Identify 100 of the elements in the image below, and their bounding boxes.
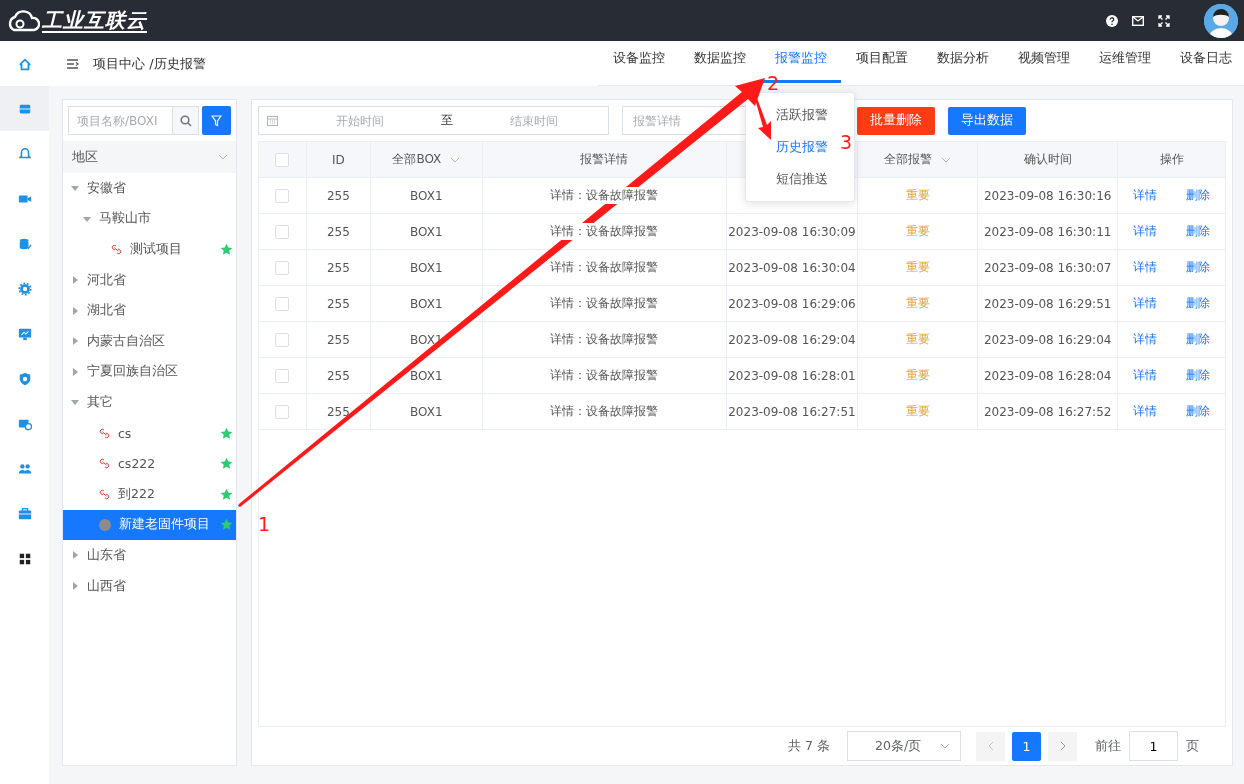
table-cell: BOX1 bbox=[410, 188, 443, 203]
star-icon[interactable] bbox=[220, 243, 233, 256]
delete-link[interactable]: 删除 bbox=[1186, 259, 1211, 276]
nav-tab[interactable]: 运维管理 bbox=[1084, 41, 1165, 83]
column-header[interactable]: 全部报警 bbox=[884, 151, 933, 168]
avatar[interactable] bbox=[1204, 3, 1238, 38]
checkbox[interactable] bbox=[275, 332, 290, 347]
details-link[interactable]: 详情 bbox=[1132, 367, 1157, 384]
checkbox[interactable] bbox=[275, 152, 290, 167]
table-cell: 255 bbox=[326, 224, 350, 239]
level-label: 重要 bbox=[905, 295, 930, 312]
caret-right-icon[interactable] bbox=[71, 367, 79, 376]
database-icon bbox=[17, 236, 32, 251]
table-cell: 详情：设备故障报警 bbox=[548, 403, 661, 420]
checkbox[interactable] bbox=[275, 224, 290, 239]
star-icon[interactable] bbox=[220, 487, 233, 501]
users-icon bbox=[17, 461, 32, 476]
tree-item[interactable]: 安徽省 bbox=[63, 173, 236, 204]
tree-item[interactable]: cs bbox=[63, 417, 236, 449]
column-header: 报警详情 bbox=[580, 151, 629, 168]
date-range-field[interactable]: 开始时间 至 结束时间 bbox=[258, 106, 609, 135]
search-field[interactable]: 项目名称/BOXI bbox=[68, 106, 199, 135]
delete-link[interactable]: 删除 bbox=[1186, 223, 1211, 240]
checkbox[interactable] bbox=[275, 188, 290, 203]
gear-icon bbox=[17, 281, 32, 296]
tree-item[interactable]: 湖北省 bbox=[63, 295, 236, 326]
table-cell: 详情：设备故障报警 bbox=[548, 331, 661, 348]
fullscreen-icon[interactable] bbox=[1158, 14, 1170, 27]
level-label: 重要 bbox=[905, 223, 930, 240]
caret-right-icon[interactable] bbox=[71, 337, 79, 346]
cloud-logo-icon bbox=[6, 7, 40, 34]
tree-item[interactable]: 测试项目 bbox=[63, 234, 236, 265]
delete-link[interactable]: 删除 bbox=[1186, 367, 1211, 384]
star-icon[interactable] bbox=[220, 518, 233, 532]
tree-item[interactable]: 内蒙古自治区 bbox=[63, 325, 236, 357]
tree-item[interactable]: 到222 bbox=[63, 478, 236, 510]
start-date-input[interactable]: 开始时间 bbox=[288, 112, 432, 129]
details-link[interactable]: 详情 bbox=[1132, 295, 1157, 312]
tree-item[interactable]: 新建老固件项目 bbox=[63, 509, 236, 541]
tree-item[interactable]: 山西省 bbox=[63, 570, 236, 602]
nav-tab[interactable]: 视频管理 bbox=[1003, 41, 1084, 83]
tree-item[interactable]: 山东省 bbox=[63, 540, 236, 571]
details-link[interactable]: 详情 bbox=[1132, 403, 1157, 420]
page-size-select[interactable]: 20条/页 bbox=[847, 731, 961, 761]
home-icon bbox=[17, 56, 32, 71]
help-icon[interactable] bbox=[1106, 14, 1118, 27]
nav-tab[interactable]: 项目配置 bbox=[841, 41, 922, 83]
tree-item[interactable]: 马鞍山市 bbox=[63, 203, 236, 235]
details-link[interactable]: 详情 bbox=[1132, 259, 1157, 276]
caret-down-icon[interactable] bbox=[71, 184, 79, 193]
page-input[interactable]: 1 bbox=[1129, 731, 1178, 761]
table-cell: 详情：设备故障报警 bbox=[548, 187, 661, 204]
nav-tab[interactable]: 设备日志 bbox=[1165, 41, 1244, 83]
table-cell: BOX1 bbox=[410, 296, 443, 311]
table-cell: 详情：设备故障报警 bbox=[548, 295, 661, 312]
checkbox[interactable] bbox=[275, 404, 290, 419]
tree-item[interactable]: 河北省 bbox=[63, 264, 236, 296]
caret-right-icon[interactable] bbox=[71, 582, 79, 590]
page-button[interactable]: 1 bbox=[1012, 731, 1041, 761]
level-label: 重要 bbox=[905, 331, 930, 348]
app-logo-text: 工业互联云 bbox=[42, 8, 147, 33]
tree-item[interactable]: cs222 bbox=[63, 448, 236, 479]
delete-link[interactable]: 删除 bbox=[1186, 187, 1211, 204]
search-button[interactable] bbox=[172, 107, 198, 134]
batch-delete-button[interactable]: 批量删除 bbox=[857, 106, 935, 135]
nav-tab[interactable]: 设备监控 bbox=[598, 41, 679, 83]
delete-link[interactable]: 删除 bbox=[1186, 403, 1211, 420]
delete-link[interactable]: 删除 bbox=[1186, 331, 1211, 348]
region-select[interactable]: 地区 bbox=[63, 141, 236, 173]
menu-item[interactable]: 短信推送 bbox=[746, 163, 836, 195]
details-link[interactable]: 详情 bbox=[1132, 223, 1157, 240]
star-icon[interactable] bbox=[220, 457, 233, 471]
checkbox[interactable] bbox=[275, 260, 290, 275]
tree-item[interactable]: 其它 bbox=[63, 387, 236, 418]
tree-item[interactable]: 宁夏回族自治区 bbox=[63, 356, 236, 388]
table-cell: BOX1 bbox=[410, 224, 443, 239]
star-icon[interactable] bbox=[220, 426, 233, 440]
checkbox[interactable] bbox=[275, 368, 290, 383]
annotation-number: 1 bbox=[258, 513, 271, 535]
filter-button[interactable] bbox=[202, 106, 231, 135]
end-date-input[interactable]: 结束时间 bbox=[462, 112, 606, 129]
checkbox[interactable] bbox=[275, 296, 290, 311]
delete-link[interactable]: 删除 bbox=[1186, 295, 1211, 312]
caret-down-icon[interactable] bbox=[83, 214, 91, 223]
export-button[interactable]: 导出数据 bbox=[948, 106, 1026, 135]
table-cell: 详情：设备故障报警 bbox=[548, 223, 661, 240]
mail-icon[interactable] bbox=[1132, 15, 1144, 26]
caret-down-icon[interactable] bbox=[71, 398, 79, 407]
chevron-right-icon bbox=[1059, 741, 1066, 751]
caret-right-icon[interactable] bbox=[71, 306, 79, 315]
details-link[interactable]: 详情 bbox=[1132, 187, 1157, 204]
column-header[interactable]: 全部BOX bbox=[392, 151, 442, 168]
nav-tab[interactable]: 数据分析 bbox=[922, 41, 1003, 83]
nav-tab[interactable]: 数据监控 bbox=[679, 41, 760, 83]
caret-right-icon[interactable] bbox=[71, 551, 79, 560]
menu-icon[interactable] bbox=[67, 58, 79, 69]
shield-icon bbox=[17, 371, 32, 386]
details-link[interactable]: 详情 bbox=[1132, 331, 1157, 348]
level-label: 重要 bbox=[905, 403, 930, 420]
caret-right-icon[interactable] bbox=[71, 276, 79, 285]
